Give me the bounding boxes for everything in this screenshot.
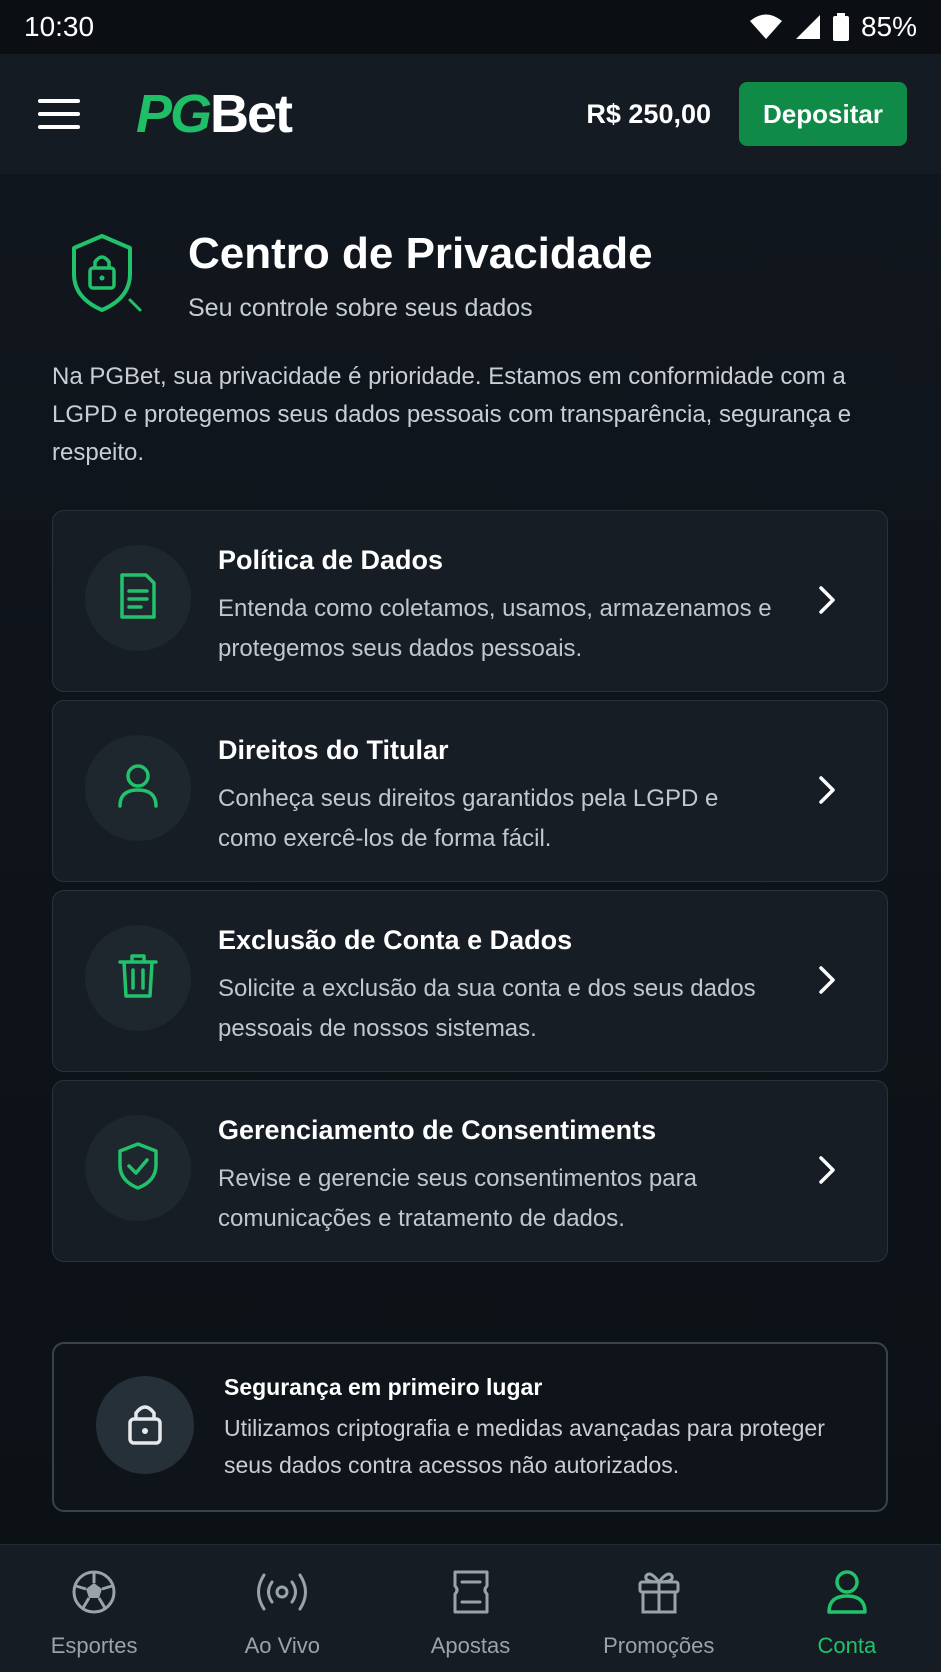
card-icon-wrap xyxy=(85,925,191,1031)
chevron-right-icon xyxy=(817,585,837,620)
user-icon xyxy=(825,1567,869,1617)
signal-icon xyxy=(795,14,821,40)
card-title: Direitos do Titular xyxy=(218,735,449,765)
card-title: Política de Dados xyxy=(218,545,444,575)
security-description: Utilizamos criptografia e medidas avança… xyxy=(224,1415,825,1478)
user-icon xyxy=(116,762,160,815)
bottom-nav: Esportes Ao Vivo Apostas Promoções Conta xyxy=(0,1544,941,1672)
trash-icon xyxy=(117,952,159,1005)
chevron-right-icon xyxy=(817,775,837,810)
gift-icon xyxy=(636,1567,682,1617)
status-time: 10:30 xyxy=(24,11,95,42)
nav-item-esportes[interactable]: Esportes xyxy=(0,1545,188,1672)
shield-lock-icon xyxy=(68,230,152,320)
card-data-policy[interactable]: Política de Dados Entenda como coletamos… xyxy=(52,510,888,692)
card-description: Entenda como coletamos, usamos, armazena… xyxy=(218,595,772,662)
card-title: Gerenciamento de Consentiments xyxy=(218,1115,657,1145)
nav-label: Promoções xyxy=(603,1633,715,1658)
status-right: 85% xyxy=(749,11,917,43)
deposit-button[interactable]: Depositar xyxy=(739,82,907,146)
security-info-card: Segurança em primeiro lugar Utilizamos c… xyxy=(52,1342,888,1512)
lock-icon xyxy=(126,1401,164,1450)
page-title: Centro de Privacidade xyxy=(188,229,653,278)
chevron-right-icon xyxy=(817,965,837,1000)
card-icon-wrap xyxy=(85,1115,191,1221)
card-description: Solicite a exclusão da sua conta e dos s… xyxy=(218,975,756,1042)
soccer-ball-icon xyxy=(70,1567,118,1617)
logo-pg: PG xyxy=(136,84,212,144)
chevron-right-icon xyxy=(817,1155,837,1190)
card-description: Revise e gerencie seus consentimentos pa… xyxy=(218,1165,697,1232)
app-header: PGBet R$ 250,00 Depositar xyxy=(0,54,941,174)
document-icon xyxy=(116,571,160,626)
page-header: Centro de Privacidade Seu controle sobre… xyxy=(68,228,653,323)
nav-item-ao-vivo[interactable]: Ao Vivo xyxy=(188,1545,376,1672)
status-bar: 10:30 85% xyxy=(0,0,941,54)
nav-label: Conta xyxy=(817,1633,877,1658)
screen: 10:30 85% PGBet R$ 250,00 Depositar Cent… xyxy=(0,0,941,1672)
balance: R$ 250,00 xyxy=(586,98,711,129)
nav-label: Ao Vivo xyxy=(244,1633,321,1658)
security-title: Segurança em primeiro lugar xyxy=(224,1374,543,1400)
card-icon-wrap xyxy=(85,735,191,841)
security-icon-wrap xyxy=(96,1376,194,1474)
nav-label: Esportes xyxy=(50,1633,138,1658)
nav-label: Apostas xyxy=(430,1633,511,1658)
card-description: Conheça seus direitos garantidos pela LG… xyxy=(218,785,719,852)
card-consent-management[interactable]: Gerenciamento de Consentiments Revise e … xyxy=(52,1080,888,1262)
card-icon-wrap xyxy=(85,545,191,651)
page-subtitle: Seu controle sobre seus dados xyxy=(188,294,533,322)
card-holder-rights[interactable]: Direitos do Titular Conheça seus direito… xyxy=(52,700,888,882)
menu-button[interactable] xyxy=(38,99,80,129)
logo-bet: Bet xyxy=(210,84,293,144)
battery-icon xyxy=(832,13,849,41)
main-content: Centro de Privacidade Seu controle sobre… xyxy=(0,174,941,1544)
nav-item-conta[interactable]: Conta xyxy=(753,1545,941,1672)
nav-item-promocoes[interactable]: Promoções xyxy=(565,1545,753,1672)
live-broadcast-icon xyxy=(255,1567,309,1617)
wifi-icon xyxy=(749,14,783,40)
battery-percent: 85% xyxy=(860,11,917,42)
intro-text: Na PGBet, sua privacidade é prioridade. … xyxy=(52,363,852,466)
ticket-icon xyxy=(449,1567,493,1617)
card-account-deletion[interactable]: Exclusão de Conta e Dados Solicite a exc… xyxy=(52,890,888,1072)
card-title: Exclusão de Conta e Dados xyxy=(218,925,573,955)
logo: PGBet xyxy=(136,83,293,145)
nav-item-apostas[interactable]: Apostas xyxy=(376,1545,564,1672)
shield-check-icon xyxy=(116,1141,160,1196)
